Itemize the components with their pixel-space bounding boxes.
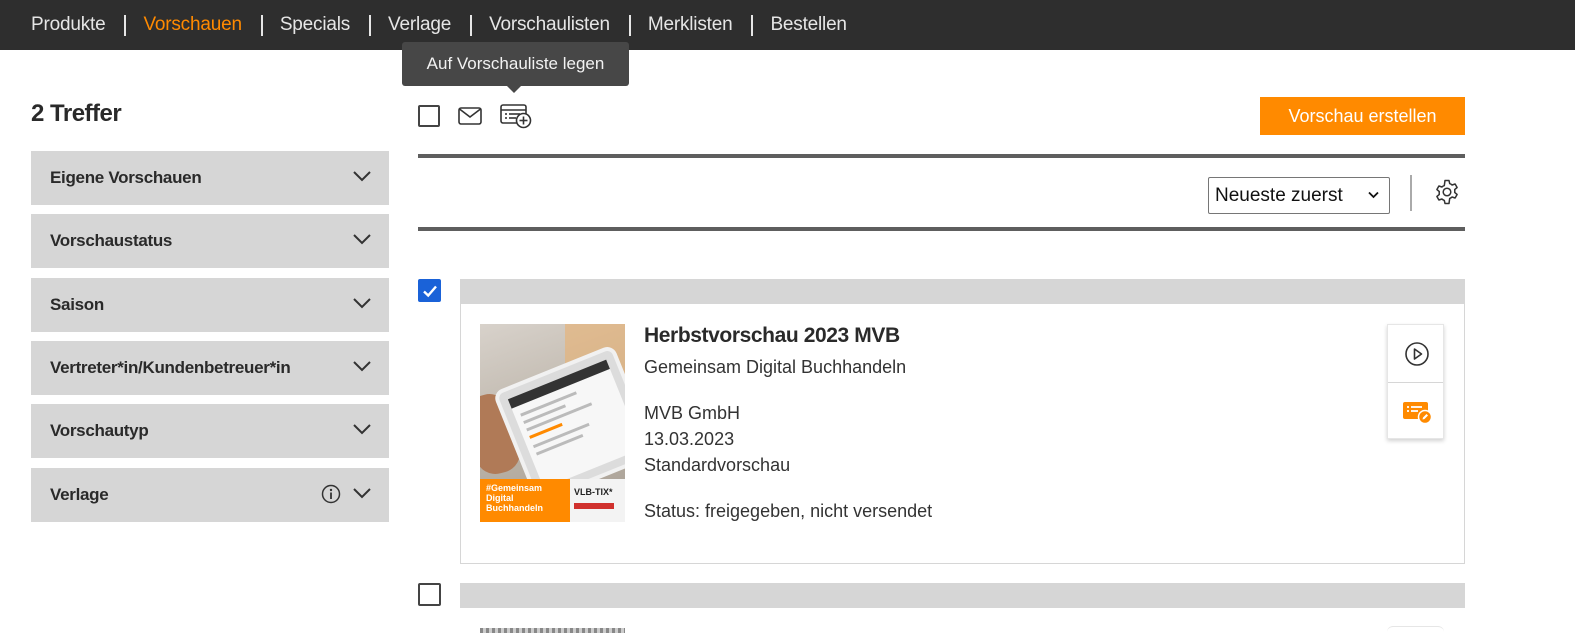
nav-item-vorschauen[interactable]: Vorschauen <box>124 13 260 37</box>
facet-vorschautyp[interactable]: Vorschautyp <box>31 404 389 458</box>
result-actions <box>1387 324 1444 439</box>
facet-vertreter[interactable]: Vertreter*in/Kundenbetreuer*in <box>31 341 389 395</box>
edit-list-icon[interactable] <box>1402 401 1432 425</box>
info-icon[interactable] <box>321 484 341 504</box>
card-header <box>460 279 1465 304</box>
nav-item-specials[interactable]: Specials <box>260 13 369 37</box>
hits-count: 2 Treffer <box>31 100 122 127</box>
cover-brand-logo: VLB-TIX* <box>570 479 625 522</box>
facet-label: Vorschautyp <box>50 421 149 440</box>
checkmark-icon <box>423 285 437 298</box>
facet-label: Vertreter*in/Kundenbetreuer*in <box>50 358 291 377</box>
result-checkbox[interactable] <box>418 279 441 302</box>
tooltip-add-to-preview-list: Auf Vorschauliste legen <box>402 42 629 93</box>
chevron-down-icon <box>353 361 371 372</box>
facet-saison[interactable]: Saison <box>31 278 389 332</box>
mail-icon[interactable] <box>458 107 482 125</box>
nav-item-merklisten[interactable]: Merklisten <box>628 13 752 37</box>
result-type: Standardvorschau <box>644 455 791 475</box>
gear-icon[interactable] <box>1434 179 1460 205</box>
cover-brand-text: VLB-TIX* <box>574 487 613 497</box>
result-subtitle: Gemeinsam Digital Buchhandeln <box>644 357 907 377</box>
select-all-checkbox[interactable] <box>418 105 440 127</box>
result-date: 13.03.2023 <box>644 429 735 449</box>
result-checkbox[interactable] <box>418 583 441 606</box>
cover-promo-text: #Gemeinsam Digital Buchhandeln <box>480 479 570 522</box>
facet-label: Eigene Vorschauen <box>50 168 202 187</box>
facet-eigene-vorschauen[interactable]: Eigene Vorschauen <box>31 151 389 205</box>
nav-item-produkte[interactable]: Produkte <box>12 13 124 37</box>
result-status: Status: freigegeben, nicht versendet <box>644 501 933 521</box>
preview-cover-image[interactable] <box>480 628 625 633</box>
nav-item-bestellen[interactable]: Bestellen <box>751 13 865 37</box>
facet-label: Saison <box>50 295 104 314</box>
divider <box>418 154 1465 158</box>
divider <box>418 227 1465 231</box>
facet-label: Vorschaustatus <box>50 231 173 250</box>
create-preview-button[interactable]: Vorschau erstellen <box>1260 97 1465 135</box>
chevron-down-icon <box>353 488 371 499</box>
chevron-down-icon <box>353 171 371 182</box>
nav-item-vorschaulisten[interactable]: Vorschaulisten <box>470 13 629 37</box>
divider <box>1410 175 1412 211</box>
play-icon[interactable] <box>1404 341 1430 367</box>
facet-verlage[interactable]: Verlage <box>31 468 389 522</box>
result-publisher: MVB GmbH <box>644 403 741 423</box>
facet-vorschaustatus[interactable]: Vorschaustatus <box>31 214 389 268</box>
top-navigation: Produkte Vorschauen Specials Verlage Vor… <box>0 0 1575 50</box>
chevron-down-icon <box>1368 191 1379 199</box>
chevron-down-icon <box>353 424 371 435</box>
chevron-down-icon <box>353 298 371 309</box>
chevron-down-icon <box>353 234 371 245</box>
result-title[interactable]: Herbstvorschau 2023 MVB <box>644 324 900 348</box>
card-header <box>460 583 1465 608</box>
result-actions <box>1387 626 1444 633</box>
sort-select[interactable]: Neueste zuerst <box>1208 177 1390 214</box>
nav-item-verlage[interactable]: Verlage <box>369 13 470 37</box>
sort-select-value: Neueste zuerst <box>1215 184 1343 206</box>
add-to-list-icon[interactable] <box>500 104 532 129</box>
preview-cover-image[interactable]: #Gemeinsam Digital Buchhandeln VLB-TIX* <box>480 324 625 522</box>
